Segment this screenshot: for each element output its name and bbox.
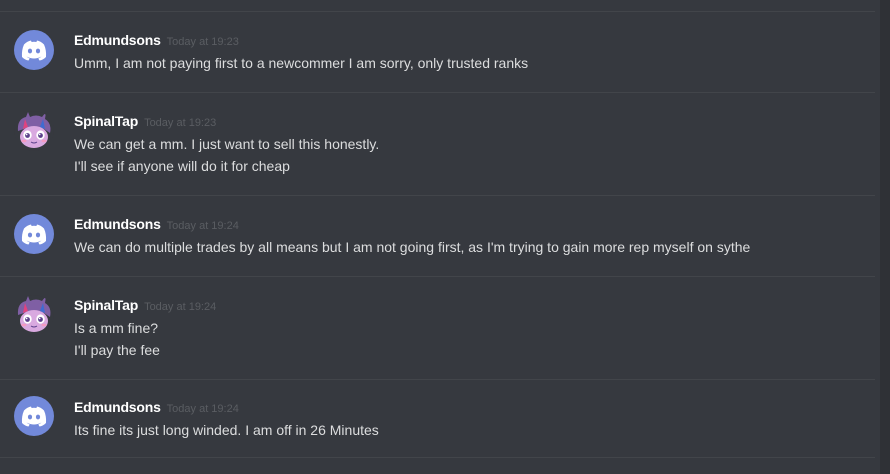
message-timestamp[interactable]: Today at 19:23: [144, 117, 216, 129]
message-group: Edmundsons Today at 19:23 Umm, I am not p…: [0, 11, 875, 92]
message-group: SpinalTap Today at 19:24 Is a mm fine? I'…: [0, 276, 875, 379]
message-text: I'll see if anyone will do it for cheap: [74, 158, 290, 174]
message-text: We can do multiple trades by all means b…: [74, 239, 751, 255]
message-text: We can get a mm. I just want to sell thi…: [74, 136, 380, 152]
message-group-divider: [0, 457, 875, 458]
avatar[interactable]: [14, 30, 54, 70]
message-text: I'll pay the fee: [74, 342, 160, 358]
message-timestamp[interactable]: Today at 19:24: [167, 220, 239, 232]
message-timestamp[interactable]: Today at 19:23: [167, 36, 239, 48]
author-name[interactable]: Edmundsons: [74, 32, 161, 48]
author-name[interactable]: Edmundsons: [74, 216, 161, 232]
message-text: Is a mm fine?: [74, 320, 159, 336]
avatar[interactable]: [14, 111, 54, 151]
pony-avatar-icon: [17, 296, 51, 332]
avatar[interactable]: [14, 295, 54, 335]
discord-logo-icon: [21, 406, 47, 427]
discord-logo-icon: [21, 40, 47, 61]
message-text: Its fine its just long winded. I am off …: [74, 422, 379, 438]
message-group: Edmundsons Today at 19:24 We can do multi…: [0, 195, 875, 276]
message-timestamp[interactable]: Today at 19:24: [167, 403, 239, 415]
message-text: Umm, I am not paying first to a newcomme…: [74, 55, 529, 71]
author-name[interactable]: SpinalTap: [74, 113, 138, 129]
chat-message-list: Edmundsons Today at 19:23 Umm, I am not p…: [0, 0, 890, 474]
message-timestamp[interactable]: Today at 19:24: [144, 301, 216, 313]
message-group: SpinalTap Today at 19:23 We can get a mm.…: [0, 92, 875, 195]
message-group: Edmundsons Today at 19:24 Its fine its ju…: [0, 379, 875, 457]
scrollbar-track[interactable]: [880, 0, 890, 474]
avatar[interactable]: [14, 396, 54, 436]
author-name[interactable]: Edmundsons: [74, 399, 161, 415]
pony-avatar-icon: [17, 112, 51, 148]
author-name[interactable]: SpinalTap: [74, 297, 138, 313]
discord-logo-icon: [21, 224, 47, 245]
avatar[interactable]: [14, 214, 54, 254]
